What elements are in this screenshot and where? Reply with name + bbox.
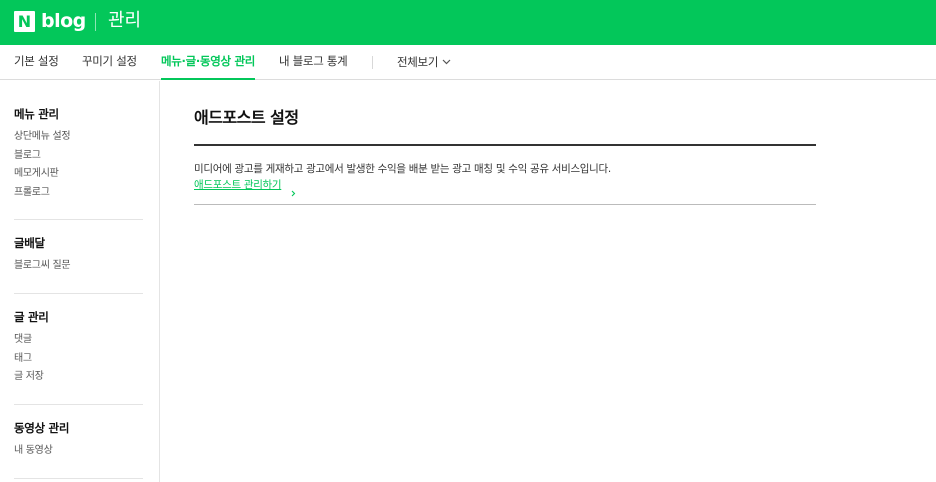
adpost-manage-link[interactable]: 애드포스트 관리하기 [194,178,282,192]
top-header: N blog 관리 [0,0,936,45]
sidebar-item-memo-board[interactable]: 메모게시판 [14,165,143,184]
title-divider [194,144,816,146]
sidebar-item-prologue[interactable]: 프롤로그 [14,184,143,203]
sidebar-section-video-manage: 동영상 관리 내 동영상 [14,421,143,461]
sidebar-section-post-manage: 글 관리 댓글 태그 글 저장 [14,310,143,387]
header-divider [95,13,96,31]
sidebar-section-title: 글배달 [14,236,45,250]
page-title: 애드포스트 설정 [194,108,299,127]
sidebar-divider [14,404,143,405]
header-title[interactable]: 관리 [108,9,141,33]
tab-blog-stats[interactable]: 내 블로그 통계 [279,45,348,79]
sidebar-section-post-delivery: 글배달 블로그씨 질문 [14,236,143,276]
sidebar-item-post-save[interactable]: 글 저장 [14,368,143,387]
tab-basic-settings[interactable]: 기본 설정 [14,45,59,79]
sidebar-section-title: 동영상 관리 [14,421,70,435]
sidebar-section-title: 메뉴 관리 [14,107,59,121]
blog-logo[interactable]: blog [41,8,86,34]
sidebar-item-blogc-question[interactable]: 블로그씨 질문 [14,257,143,276]
sidebar: 메뉴 관리 상단메뉴 설정 블로그 메모게시판 프롤로그 글배달 블로그씨 질문… [0,81,160,482]
content-divider [194,204,816,205]
chevron-right-icon [291,182,296,201]
naver-logo-icon[interactable]: N [14,11,35,32]
tab-view-all-label: 전체보기 [397,55,439,69]
chevron-down-icon [442,45,451,78]
sidebar-section-menu: 메뉴 관리 상단메뉴 설정 블로그 메모게시판 프롤로그 [14,107,143,202]
tab-menu-post-video[interactable]: 메뉴·글·동영상 관리 [161,45,255,80]
sidebar-section-title: 글 관리 [14,310,49,324]
tab-design-settings[interactable]: 꾸미기 설정 [82,45,137,79]
sidebar-item-blog[interactable]: 블로그 [14,147,143,166]
sidebar-item-comments[interactable]: 댓글 [14,331,143,350]
tab-view-all[interactable]: 전체보기 [397,45,451,79]
tab-divider [372,56,373,69]
tab-bar: 기본 설정 꾸미기 설정 메뉴·글·동영상 관리 내 블로그 통계 전체보기 [0,45,936,80]
sidebar-item-my-videos[interactable]: 내 동영상 [14,442,143,461]
sidebar-divider [14,219,143,220]
sidebar-divider [14,293,143,294]
adpost-description: 미디어에 광고를 게재하고 광고에서 발생한 수익을 배분 받는 광고 매칭 및… [194,163,611,175]
sidebar-item-tags[interactable]: 태그 [14,350,143,369]
sidebar-divider [14,478,143,479]
sidebar-item-top-menu[interactable]: 상단메뉴 설정 [14,128,143,147]
